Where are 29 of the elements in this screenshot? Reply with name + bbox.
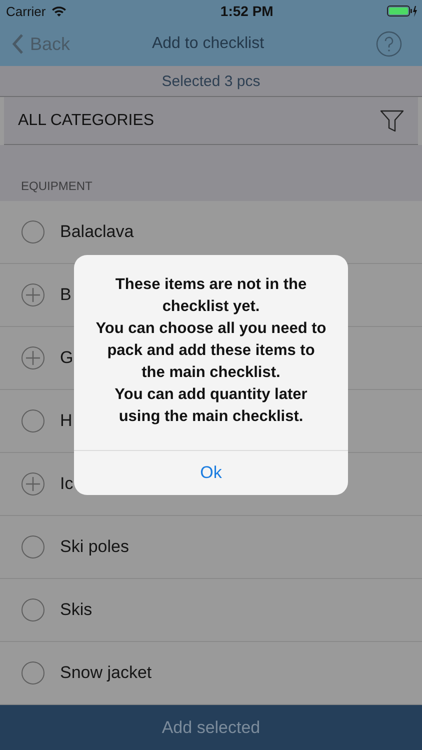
add-icon[interactable] (21, 472, 45, 496)
section-header: EQUIPMENT (21, 179, 92, 193)
item-label[interactable]: Snow jacket (60, 663, 152, 683)
item-label[interactable]: G (60, 348, 74, 368)
selection-summary: Selected 3 pcs (162, 72, 260, 90)
radio-circle[interactable] (21, 598, 45, 622)
battery-icon (387, 5, 417, 17)
alert-message: These items are not in the checklist yet. You can choose all you need to pack and add these items to the main checklist. You can add quantity later using the main checklist. (94, 275, 328, 427)
radio-circle[interactable] (21, 661, 45, 685)
radio-circle[interactable] (21, 409, 45, 433)
ok-button[interactable]: Ok (74, 450, 348, 495)
chevron-left-icon (12, 34, 24, 54)
wifi-icon (50, 5, 67, 17)
carrier-label: Carrier (6, 4, 46, 18)
help-icon[interactable] (376, 31, 402, 57)
radio-circle[interactable] (21, 220, 45, 244)
item-label[interactable]: Ic (60, 474, 74, 494)
category-dropdown[interactable]: ALL CATEGORIES (18, 112, 154, 130)
item-label[interactable]: Ski poles (60, 537, 129, 557)
clock-time: 1:52 PM (220, 3, 274, 19)
item-label[interactable]: B (60, 285, 72, 305)
screen-title: Add to checklist (152, 35, 264, 53)
item-label[interactable]: Balaclava (60, 222, 134, 242)
item-label[interactable]: Skis (60, 600, 92, 620)
filter-icon[interactable] (380, 108, 404, 132)
add-icon[interactable] (21, 346, 45, 370)
item-label[interactable]: H (60, 411, 72, 431)
radio-circle[interactable] (21, 535, 45, 559)
add-icon[interactable] (21, 283, 45, 307)
